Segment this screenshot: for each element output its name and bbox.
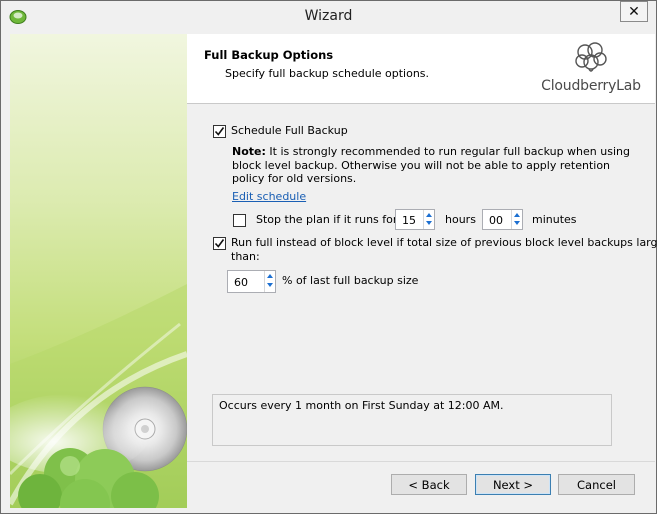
window-title: Wizard <box>304 8 353 24</box>
percent-value: 60 <box>234 276 248 289</box>
logo-wordmark: CloudberryLab <box>541 78 641 94</box>
schedule-full-backup-checkbox[interactable] <box>213 125 226 138</box>
title-bar: Wizard ✕ <box>1 1 656 33</box>
note-prefix: Note: <box>232 145 266 158</box>
cd-cloud-illustration <box>10 284 187 508</box>
spin-down-icon[interactable] <box>426 221 432 225</box>
percent-stepper-arrows[interactable] <box>264 271 275 292</box>
minutes-stepper[interactable]: 00 <box>482 209 523 230</box>
spin-down-icon[interactable] <box>514 221 520 225</box>
close-button[interactable]: ✕ <box>620 1 648 22</box>
wizard-side-banner <box>10 34 187 508</box>
schedule-full-backup-label: Schedule Full Backup <box>231 124 348 137</box>
hours-stepper-arrows[interactable] <box>423 210 434 229</box>
cloudberry-logo-icon <box>575 42 607 72</box>
wizard-header: Full Backup Options Specify full backup … <box>187 34 655 104</box>
percent-stepper[interactable]: 60 <box>227 270 276 293</box>
hours-value: 15 <box>402 214 416 227</box>
stop-plan-checkbox[interactable] <box>233 214 246 227</box>
minutes-stepper-arrows[interactable] <box>511 210 522 229</box>
wizard-window: Wizard ✕ Full Backup Options Specify ful… <box>0 0 657 514</box>
close-icon: ✕ <box>628 3 640 20</box>
spin-down-icon[interactable] <box>267 283 273 287</box>
minutes-label: minutes <box>532 213 577 226</box>
page-subtitle: Specify full backup schedule options. <box>225 67 430 80</box>
cancel-button[interactable]: Cancel <box>558 474 635 495</box>
note-body: It is strongly recommended to run regula… <box>232 145 630 185</box>
back-button[interactable]: < Back <box>391 474 467 495</box>
minutes-value: 00 <box>489 214 503 227</box>
hours-stepper[interactable]: 15 <box>395 209 435 230</box>
spin-up-icon[interactable] <box>426 213 432 217</box>
run-full-label-line1: Run full instead of block level if total… <box>231 236 657 249</box>
percent-label: % of last full backup size <box>282 274 419 287</box>
run-full-label-line2: than: <box>231 250 260 263</box>
footer-divider <box>187 461 655 462</box>
page-title: Full Backup Options <box>204 48 334 62</box>
options-panel: Schedule Full Backup Note: It is strongl… <box>187 105 657 461</box>
checkmark-icon <box>214 127 225 136</box>
schedule-summary-text: Occurs every 1 month on First Sunday at … <box>219 399 504 412</box>
edit-schedule-link[interactable]: Edit schedule <box>232 190 306 203</box>
spin-up-icon[interactable] <box>267 274 273 278</box>
next-button[interactable]: Next > <box>475 474 551 495</box>
note-text: Note: It is strongly recommended to run … <box>232 145 632 186</box>
hours-label: hours <box>445 213 476 226</box>
checkmark-icon <box>214 239 225 248</box>
run-full-checkbox[interactable] <box>213 237 226 250</box>
schedule-summary-box: Occurs every 1 month on First Sunday at … <box>212 394 612 446</box>
cloudberry-logo: CloudberryLab <box>541 40 641 98</box>
spin-up-icon[interactable] <box>514 213 520 217</box>
stop-plan-label: Stop the plan if it runs for: <box>256 213 401 226</box>
